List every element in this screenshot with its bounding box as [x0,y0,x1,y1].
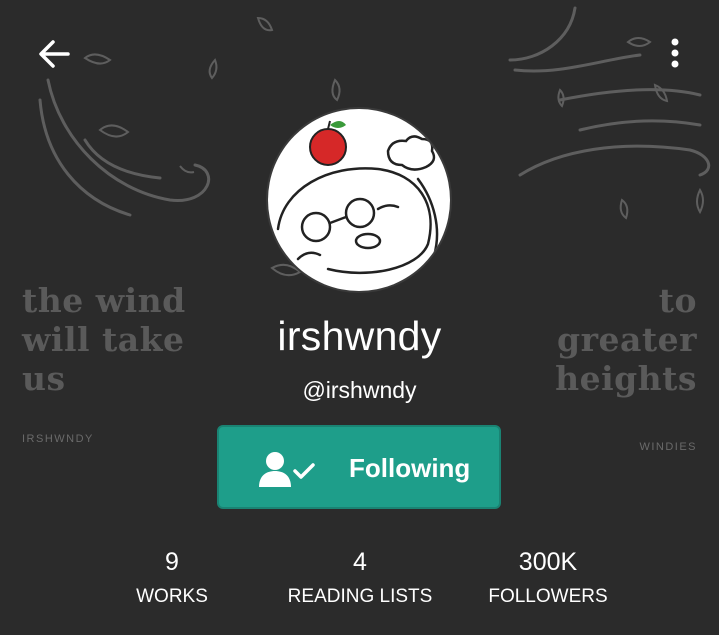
stat-followers[interactable]: 300K FOLLOWERS [468,548,628,608]
more-vertical-icon [671,38,679,68]
more-options-button[interactable] [656,34,696,74]
banner-tag-left: IRSHWNDY [22,433,94,445]
arrow-left-icon [39,40,70,68]
stat-reading-lists-value: 4 [353,548,367,576]
stat-works[interactable]: 9 WORKS [112,548,232,608]
stat-works-value: 9 [165,548,179,576]
user-handle: @irshwndy [302,377,417,403]
stat-works-label: WORKS [136,586,208,607]
username: irshwndy [277,313,442,359]
stat-reading-lists[interactable]: 4 READING LISTS [270,548,450,608]
avatar[interactable] [268,109,450,291]
stat-followers-value: 300K [518,548,578,576]
back-button[interactable] [34,34,74,74]
following-button[interactable]: Following [217,425,501,509]
stat-followers-label: FOLLOWERS [488,586,608,607]
user-check-icon [259,452,315,487]
banner-tag-right: WINDIES [639,441,697,453]
following-button-label: Following [349,453,471,483]
avatar-illustration [276,120,439,275]
stat-reading-lists-label: READING LISTS [287,586,433,607]
